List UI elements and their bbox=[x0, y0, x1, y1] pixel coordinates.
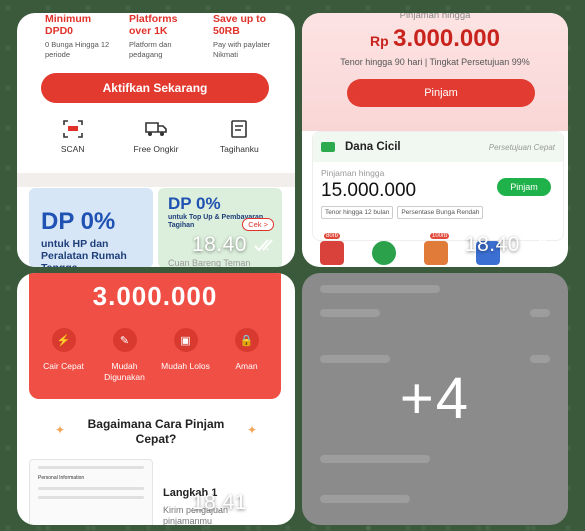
badge: 100rb bbox=[430, 233, 450, 239]
feature-label: Mudah Lolos bbox=[161, 361, 210, 371]
double-check-icon bbox=[254, 239, 273, 252]
step-screenshot: Personal Information bbox=[29, 459, 153, 525]
promo-sub: Platform dan pedagang bbox=[129, 40, 172, 59]
blurred-line bbox=[320, 455, 430, 463]
feature-label: Aman bbox=[235, 361, 258, 371]
pinjam-button: Pinjam bbox=[347, 79, 535, 107]
chip: Tenor hingga 12 bulan bbox=[321, 206, 394, 219]
loan-hero: Pinjaman hingga Rp 3.000.000 Tenor hingg… bbox=[302, 13, 568, 131]
promo-item: Platforms over 1K Platform dan pedagang bbox=[129, 13, 201, 60]
banner-big-text: DP 0% bbox=[168, 194, 221, 213]
feature-label: Mudah Digunakan bbox=[104, 361, 145, 382]
card-name: Dana Cicil bbox=[345, 141, 401, 153]
timestamp: 18.40 bbox=[192, 233, 279, 257]
promo-title: Save up to 50RB bbox=[213, 13, 267, 37]
section-title: Bagaimana Cara Pinjam Cepat? bbox=[87, 417, 225, 446]
card-chips: Tenor hingga 12 bulan Persentase Bunga R… bbox=[321, 206, 563, 219]
cek-button: Cek > bbox=[242, 218, 274, 231]
promo-banner-hp: DP 0% untuk HP dan Peralatan Rumah Tangg… bbox=[29, 188, 153, 267]
timestamp: 18.41 bbox=[192, 491, 279, 515]
card-header: Dana Cicil Persetujuan Cepat bbox=[313, 132, 563, 162]
gift-icon: 100rb bbox=[424, 233, 450, 265]
double-check-icon bbox=[254, 497, 273, 510]
blurred-line bbox=[320, 495, 410, 503]
quick-action-label: Tagihanku bbox=[219, 144, 259, 154]
loan-amount: Rp 3.000.000 bbox=[302, 25, 568, 53]
placeholder-line bbox=[38, 487, 144, 490]
quick-actions: SCAN Free Ongkir Tagihanku bbox=[17, 119, 295, 154]
loan-header: Pinjaman hingga bbox=[399, 13, 471, 21]
divider bbox=[17, 173, 295, 187]
currency: Rp bbox=[370, 33, 389, 49]
timestamp: 18.40 bbox=[465, 233, 552, 257]
banner-small-text: untuk HP dan Peralatan Rumah Tangga bbox=[41, 238, 127, 267]
shield-icon bbox=[372, 241, 396, 265]
media-tile-1[interactable]: Minimum DPD0 0 Bunga Hingga 12 periode P… bbox=[17, 13, 295, 267]
media-tile-more[interactable]: +4 bbox=[302, 273, 568, 525]
banner-bottom-text: Cuan Bareng Teman bbox=[168, 258, 251, 267]
lightning-icon: ⚡ bbox=[51, 328, 76, 352]
bill-icon bbox=[231, 120, 248, 138]
scan-icon bbox=[62, 120, 83, 138]
time-text: 18.41 bbox=[191, 491, 247, 514]
blurred-line bbox=[320, 355, 390, 363]
promo-row: Minimum DPD0 0 Bunga Hingga 12 periode P… bbox=[17, 13, 295, 60]
promo-item: Minimum DPD0 0 Bunga Hingga 12 periode bbox=[45, 13, 117, 60]
quick-action-tagihan: Tagihanku bbox=[199, 119, 279, 154]
quick-action-label: SCAN bbox=[60, 144, 85, 154]
blurred-line bbox=[320, 285, 440, 293]
placeholder-line bbox=[38, 466, 144, 469]
pen-icon: ✎ bbox=[112, 328, 137, 352]
shot-label: Personal Information bbox=[38, 475, 85, 481]
chip: Persentase Bunga Rendah bbox=[397, 206, 484, 219]
promo-sub: 0 Bunga Hingga 12 periode bbox=[45, 40, 110, 59]
card-pinjam-button: Pinjam bbox=[497, 178, 551, 196]
truck-icon bbox=[145, 122, 167, 136]
loan-hero-red: 3.000.000 ⚡ Cair Cepat ✎ Mudah Digunakan… bbox=[29, 273, 281, 399]
dana-cicil-icon bbox=[321, 142, 335, 152]
dana-cicil-card: Dana Cicil Persetujuan Cepat Pinjaman hi… bbox=[312, 131, 564, 241]
feature-row: ⚡ Cair Cepat ✎ Mudah Digunakan ▣ Mudah L… bbox=[29, 328, 281, 383]
loan-amount: 3.000.000 bbox=[92, 281, 218, 311]
double-check-icon bbox=[527, 239, 546, 252]
feature-item: ✎ Mudah Digunakan bbox=[95, 328, 155, 383]
quick-action-ongkir: Free Ongkir bbox=[116, 119, 196, 154]
coupon-icon: 80rb bbox=[320, 233, 344, 265]
loan-note: Tenor hingga 90 hari | Tingkat Persetuju… bbox=[340, 57, 530, 67]
promo-title: Platforms over 1K bbox=[129, 13, 178, 37]
quick-action-scan: SCAN bbox=[33, 119, 113, 154]
blurred-line bbox=[530, 309, 550, 317]
promo-sub: Pay with paylater Nikmati bbox=[213, 40, 271, 59]
activate-button: Aktifkan Sekarang bbox=[41, 73, 269, 103]
quick-action-label: Free Ongkir bbox=[133, 144, 179, 154]
feature-label: Cair Cepat bbox=[43, 361, 84, 371]
blurred-line bbox=[530, 355, 550, 363]
media-tile-3[interactable]: 3.000.000 ⚡ Cair Cepat ✎ Mudah Digunakan… bbox=[17, 273, 295, 525]
feature-item: ⚡ Cair Cepat bbox=[34, 328, 94, 383]
promo-title: Minimum DPD0 bbox=[45, 13, 92, 37]
more-count: +4 bbox=[399, 366, 471, 431]
feature-item: 🔒 Aman bbox=[217, 328, 277, 383]
media-tile-2[interactable]: Pinjaman hingga Rp 3.000.000 Tenor hingg… bbox=[302, 13, 568, 267]
briefcase-icon: ▣ bbox=[173, 328, 198, 352]
lock-icon: 🔒 bbox=[234, 328, 259, 352]
time-text: 18.40 bbox=[464, 233, 520, 256]
placeholder-line bbox=[38, 496, 144, 499]
badge: 80rb bbox=[324, 233, 341, 239]
card-tag: Persetujuan Cepat bbox=[488, 142, 555, 152]
banner-big-text: DP 0% bbox=[41, 208, 116, 235]
amount-value: 3.000.000 bbox=[393, 25, 500, 52]
time-text: 18.40 bbox=[191, 233, 247, 256]
blurred-line bbox=[320, 309, 380, 317]
feature-item: ▣ Mudah Lolos bbox=[156, 328, 216, 383]
card-label: Pinjaman hingga bbox=[321, 168, 385, 178]
promo-item: Save up to 50RB Pay with paylater Nikmat… bbox=[213, 13, 285, 60]
